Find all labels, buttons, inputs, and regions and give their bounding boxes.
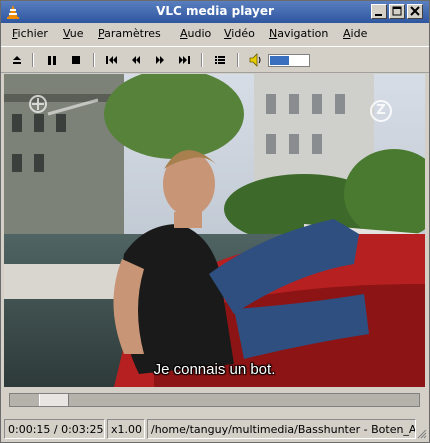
volume-icon	[249, 53, 261, 67]
toolbar-separator	[93, 53, 95, 67]
rewind-button[interactable]	[126, 51, 146, 69]
menu-navigation[interactable]: Navigation	[269, 27, 328, 40]
stop-icon	[72, 56, 80, 64]
menu-aide[interactable]: Aide	[343, 27, 367, 40]
menu-audio[interactable]: Audio	[180, 27, 211, 40]
close-button[interactable]	[407, 4, 423, 19]
volume-level	[270, 56, 289, 65]
fast-forward-button[interactable]	[150, 51, 170, 69]
minimize-button[interactable]	[371, 4, 387, 19]
skip-next-icon	[179, 56, 190, 64]
menu-bar: Fichier Vue Paramètres Audio Vidéo Navig…	[1, 23, 429, 45]
next-button[interactable]	[174, 51, 194, 69]
playlist-button[interactable]	[210, 51, 230, 69]
speed-display[interactable]: x1.00	[107, 419, 145, 439]
skip-previous-icon	[106, 56, 117, 64]
file-path-display: /home/tanguy/multimedia/Basshunter - Bot…	[147, 419, 416, 439]
menu-fichier[interactable]: Fichier	[12, 27, 48, 40]
menu-video[interactable]: Vidéo	[224, 27, 255, 40]
previous-button[interactable]	[102, 51, 122, 69]
mute-button[interactable]	[246, 51, 266, 69]
stop-button[interactable]	[66, 51, 86, 69]
video-area[interactable]: Z Je connais un bot.	[4, 74, 425, 387]
menu-vue[interactable]: Vue	[63, 27, 84, 40]
toolbar-separator	[237, 53, 239, 67]
maximize-button[interactable]	[389, 4, 405, 19]
toolbar-separator	[32, 53, 34, 67]
minimize-icon	[375, 14, 382, 16]
rewind-icon	[132, 56, 140, 64]
vlc-window: VLC media player Fichier Vue Paramètres …	[0, 0, 430, 443]
pause-button[interactable]	[42, 51, 62, 69]
menu-parametres[interactable]: Paramètres	[98, 27, 161, 40]
pause-icon	[48, 56, 56, 65]
status-bar: 0:00:15 / 0:03:25 x1.00 /home/tanguy/mul…	[1, 417, 429, 441]
seek-handle[interactable]	[39, 394, 69, 406]
maximize-icon	[392, 6, 402, 16]
volume-slider[interactable]	[268, 54, 310, 67]
title-bar[interactable]: VLC media player	[1, 1, 429, 23]
window-title: VLC media player	[156, 4, 274, 18]
fast-forward-icon	[156, 56, 164, 64]
toolbar-separator	[201, 53, 203, 67]
eject-icon	[13, 56, 21, 64]
subtitle-text: Je connais un bot.	[153, 361, 276, 378]
toolbar	[1, 46, 429, 73]
channel-logo-right: Z	[370, 100, 392, 122]
eject-button[interactable]	[7, 51, 27, 69]
seek-slider[interactable]	[9, 393, 420, 407]
time-display[interactable]: 0:00:15 / 0:03:25	[4, 419, 105, 439]
playlist-icon	[215, 56, 225, 64]
close-icon	[410, 6, 420, 16]
resize-grip-icon[interactable]	[417, 429, 427, 439]
channel-logo-left	[29, 95, 99, 116]
